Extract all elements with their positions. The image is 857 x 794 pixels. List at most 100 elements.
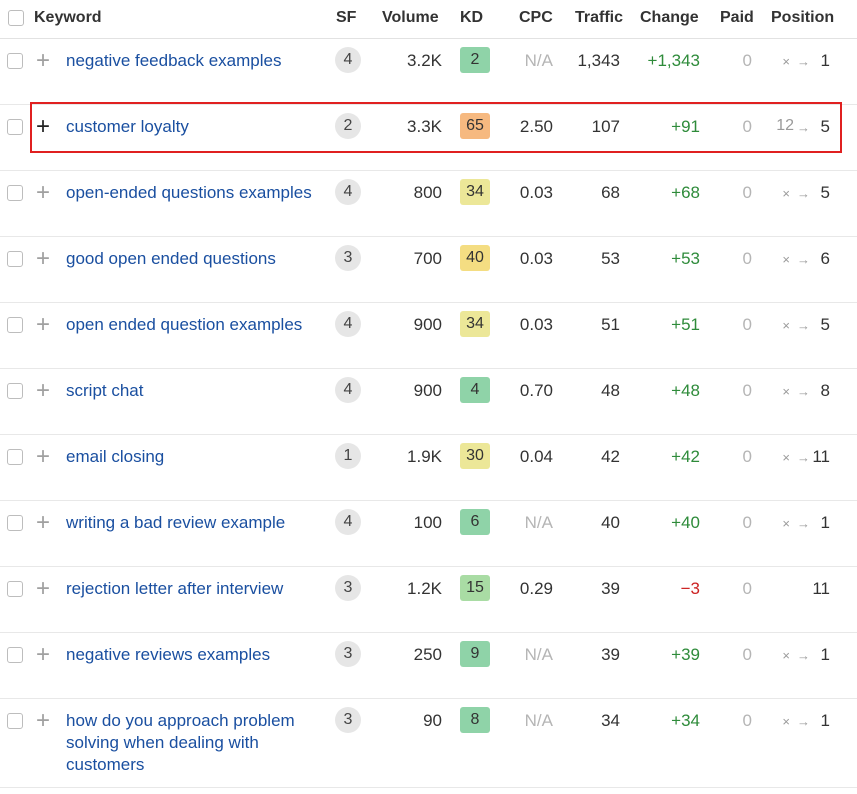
keyword-link[interactable]: negative feedback examples [66,50,316,72]
volume-value: 250 [413,645,442,664]
row-checkbox[interactable] [7,53,23,69]
paid-value: 0 [742,249,752,268]
position-value: 5 [820,315,830,334]
row-checkbox[interactable] [7,449,23,465]
volume-value: 90 [423,711,442,730]
kd-badge: 8 [460,707,490,733]
change-value: +48 [671,381,700,400]
plus-icon[interactable]: + [36,511,50,535]
kd-badge: 34 [460,311,490,337]
traffic-value: 48 [601,381,620,400]
plus-icon[interactable]: + [36,247,50,271]
change-value: +68 [671,183,700,202]
keyword-link[interactable]: negative reviews examples [66,644,316,666]
plus-icon[interactable]: + [36,379,50,403]
plus-icon[interactable]: + [36,181,50,205]
traffic-value: 53 [601,249,620,268]
table-row: + rejection letter after interview 3 1.2K 15… [0,567,857,633]
row-checkbox[interactable] [7,581,23,597]
kd-badge: 15 [460,575,490,601]
traffic-value: 34 [601,711,620,730]
header-sf[interactable]: SF [336,9,356,27]
volume-value: 700 [413,249,442,268]
kd-badge: 34 [460,179,490,205]
cross-icon: × [782,516,790,531]
paid-value: 0 [742,447,752,466]
change-value: +40 [671,513,700,532]
paid-value: 0 [742,711,752,730]
cross-icon: × [782,54,790,69]
plus-icon[interactable]: + [36,445,50,469]
table-row: + good open ended questions 3 700 40 0.03 53 +5… [0,237,857,303]
plus-icon[interactable]: + [36,49,50,73]
kd-badge: 2 [460,47,490,73]
cross-icon: × [782,714,790,729]
header-paid[interactable]: Paid [720,9,754,27]
highlight-box [30,102,842,153]
plus-icon[interactable]: + [36,709,50,733]
cpc-value: N/A [524,711,553,730]
cpc-value: N/A [524,645,553,664]
traffic-value: 40 [601,513,620,532]
cpc-value: N/A [524,513,553,532]
cross-icon: × [782,318,790,333]
traffic-value: 51 [601,315,620,334]
paid-value: 0 [742,579,752,598]
header-cpc[interactable]: CPC [519,9,553,27]
header-traffic[interactable]: Traffic [575,9,623,27]
cross-icon: × [782,186,790,201]
sf-badge: 3 [335,245,361,271]
paid-value: 0 [742,513,752,532]
sf-badge: 4 [335,311,361,337]
header-volume[interactable]: Volume [382,9,439,27]
select-all-checkbox[interactable] [8,10,24,26]
position-value: 1 [820,711,830,730]
plus-icon[interactable]: + [36,643,50,667]
position-value: 1 [820,51,830,70]
row-checkbox[interactable] [7,647,23,663]
keyword-link[interactable]: good open ended questions [66,248,316,270]
keyword-link[interactable]: open-ended questions examples [66,182,316,204]
cpc-value: 0.04 [519,447,553,466]
paid-value: 0 [742,381,752,400]
row-checkbox[interactable] [7,713,23,729]
sf-badge: 3 [335,641,361,667]
keyword-link[interactable]: open ended question examples [66,314,316,336]
keyword-link[interactable]: how do you approach problem solving when… [66,710,316,776]
sf-badge: 3 [335,707,361,733]
paid-value: 0 [742,315,752,334]
header-keyword[interactable]: Keyword [34,9,102,27]
keyword-link[interactable]: writing a bad review example [66,512,316,534]
header-change[interactable]: Change [640,9,699,27]
keyword-link[interactable]: email closing [66,446,316,468]
traffic-value: 1,343 [577,51,620,70]
row-checkbox[interactable] [7,515,23,531]
table-row: + negative reviews examples 3 250 9 N/A 39 +39 0… [0,633,857,699]
keyword-link[interactable]: rejection letter after interview [66,578,316,600]
sf-badge: 1 [335,443,361,469]
keyword-link[interactable]: script chat [66,380,316,402]
row-checkbox[interactable] [7,383,23,399]
row-checkbox[interactable] [7,119,23,135]
table-row: + open-ended questions examples 4 800 34 0.03… [0,171,857,237]
plus-icon[interactable]: + [36,313,50,337]
change-value: −3 [680,579,700,598]
row-checkbox[interactable] [7,185,23,201]
header-position[interactable]: Position [771,9,834,27]
row-checkbox[interactable] [7,251,23,267]
table-row: + open ended question examples 4 900 34 0.03 5… [0,303,857,369]
table-row: + how do you approach problem solving whe… [0,699,857,788]
sf-badge: 3 [335,575,361,601]
table-row: + writing a bad review example 4 100 6 N/A 40 +… [0,501,857,567]
paid-value: 0 [742,183,752,202]
kd-badge: 40 [460,245,490,271]
plus-icon[interactable]: + [36,577,50,601]
sf-badge: 4 [335,509,361,535]
table-row: + script chat 4 900 4 0.70 48 +48 0 × → 8 [0,369,857,435]
kd-badge: 30 [460,443,490,469]
row-checkbox[interactable] [7,317,23,333]
volume-value: 100 [413,513,442,532]
header-kd[interactable]: KD [460,9,483,27]
traffic-value: 39 [601,645,620,664]
change-value: +34 [671,711,700,730]
